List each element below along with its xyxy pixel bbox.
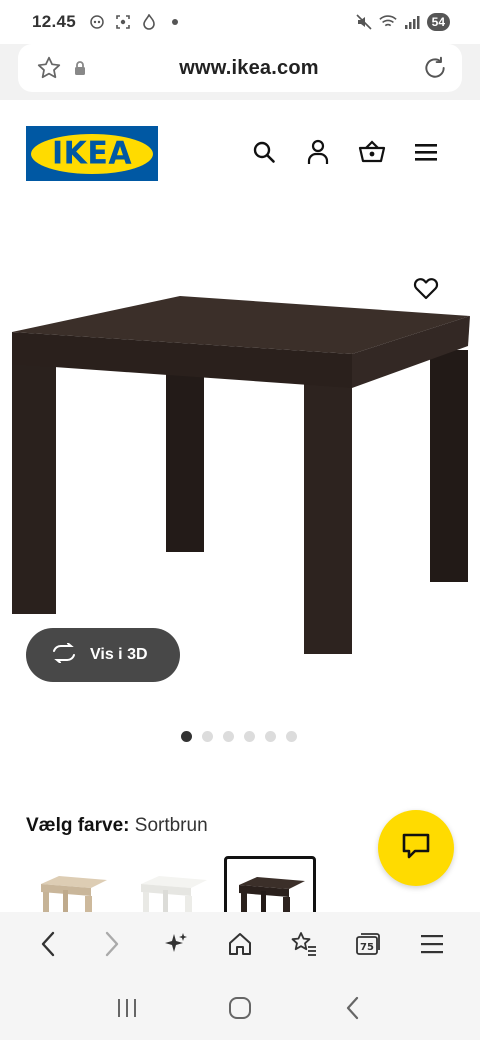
search-icon[interactable]	[250, 138, 278, 166]
chat-icon	[401, 832, 431, 865]
vpn-icon	[88, 13, 106, 31]
home-button-icon[interactable]	[216, 984, 264, 1032]
reload-icon[interactable]	[422, 55, 448, 81]
product-image-table	[12, 296, 470, 654]
status-time: 12.45	[32, 12, 77, 31]
logo-text: IKEA	[51, 135, 133, 172]
product-image-gallery[interactable]: Vis i 3D	[0, 210, 480, 710]
gallery-dot[interactable]	[223, 731, 234, 742]
browser-toolbar: 75	[0, 912, 480, 976]
view-in-3d-button[interactable]: Vis i 3D	[26, 628, 180, 682]
swatch-oak[interactable]	[26, 856, 118, 912]
ikea-logo[interactable]: IKEA	[26, 126, 158, 181]
gallery-dot[interactable]	[181, 731, 192, 742]
gallery-dot[interactable]	[202, 731, 213, 742]
bookmarks-icon[interactable]	[282, 922, 326, 966]
color-selection-heading: Vælg farve: Sortbrun	[26, 815, 208, 837]
gallery-dot[interactable]	[265, 731, 276, 742]
favorite-button[interactable]	[404, 268, 448, 312]
color-value: Sortbrun	[134, 815, 208, 836]
gallery-pagination	[181, 731, 297, 742]
rotate-3d-icon	[50, 642, 78, 668]
flame-icon	[140, 13, 158, 31]
color-swatch-list	[26, 856, 326, 912]
battery-indicator: 54	[426, 13, 450, 31]
view-in-3d-label: Vis i 3D	[90, 646, 148, 663]
address-bar[interactable]: www.ikea.com	[18, 44, 462, 92]
swatch-black-brown[interactable]	[224, 856, 316, 912]
screenshot-icon	[114, 13, 132, 31]
forward-icon[interactable]	[90, 922, 134, 966]
gallery-dot[interactable]	[286, 731, 297, 742]
notification-dot-icon	[166, 13, 184, 31]
bookmark-star-icon[interactable]	[36, 55, 62, 81]
system-navigation-bar	[0, 976, 480, 1040]
system-back-icon[interactable]	[329, 984, 377, 1032]
swatch-white[interactable]	[126, 856, 218, 912]
site-header: IKEA	[0, 100, 480, 210]
wifi-icon	[378, 13, 397, 31]
heart-icon	[413, 276, 439, 305]
logo-oval: IKEA	[31, 133, 153, 174]
back-icon[interactable]	[26, 922, 70, 966]
mute-icon	[355, 13, 373, 31]
menu-icon[interactable]	[412, 138, 440, 166]
home-icon[interactable]	[218, 922, 262, 966]
browser-address-area: www.ikea.com	[0, 44, 480, 100]
color-label: Vælg farve:	[26, 815, 130, 836]
svg-text:75: 75	[360, 942, 374, 953]
lock-icon	[74, 60, 86, 76]
recent-apps-icon[interactable]	[103, 984, 151, 1032]
url-text[interactable]: www.ikea.com	[86, 57, 412, 80]
signal-icon	[403, 13, 421, 31]
tabs-icon[interactable]: 75	[346, 922, 390, 966]
sparkle-icon[interactable]	[154, 922, 198, 966]
status-bar: 12.45 54	[0, 0, 480, 44]
browser-menu-icon[interactable]	[410, 922, 454, 966]
chat-button[interactable]	[378, 810, 454, 886]
gallery-dot[interactable]	[244, 731, 255, 742]
basket-icon[interactable]	[358, 138, 386, 166]
user-icon[interactable]	[304, 138, 332, 166]
